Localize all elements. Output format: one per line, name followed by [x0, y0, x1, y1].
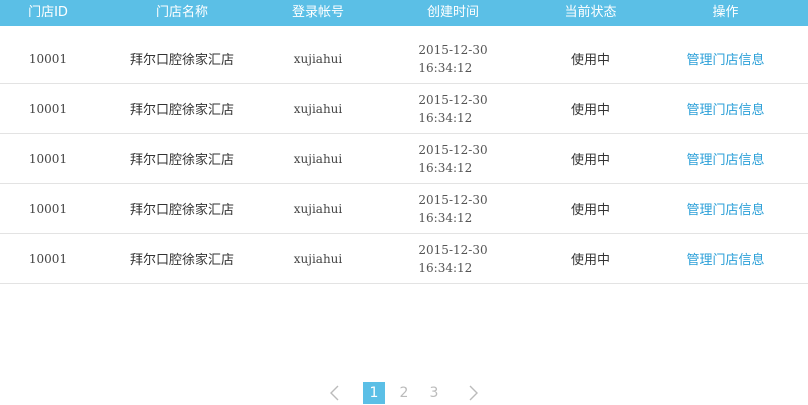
manage-store-link[interactable]: 管理门店信息	[686, 53, 764, 68]
table-row: 10001 拜尔口腔徐家汇店 xujiahui 2015-12-30 16:34:12 使…	[0, 134, 808, 184]
table-row: 10001 拜尔口腔徐家汇店 xujiahui 2015-12-30 16:34:12 使…	[0, 84, 808, 134]
manage-store-link[interactable]: 管理门店信息	[686, 203, 764, 218]
created-time-cell: 2015-12-30 16:34:12	[368, 241, 538, 277]
header-store-id: 门店ID	[28, 5, 68, 20]
store-name-cell: 拜尔口腔徐家汇店	[129, 153, 234, 168]
prev-page-button[interactable]	[323, 382, 345, 404]
created-clock: 16:34:12	[418, 210, 473, 225]
manage-store-link[interactable]: 管理门店信息	[686, 253, 764, 268]
store-name-cell: 拜尔口腔徐家汇店	[129, 53, 234, 68]
login-account-cell: xujiahui	[293, 101, 343, 116]
page-3-button[interactable]: 3	[423, 382, 445, 404]
header-actions: 操作	[712, 5, 739, 20]
action-cell: 管理门店信息	[643, 49, 808, 68]
action-cell: 管理门店信息	[643, 249, 808, 268]
manage-store-link[interactable]: 管理门店信息	[686, 153, 764, 168]
pagination: 1 2 3	[0, 381, 808, 405]
store-name-cell: 拜尔口腔徐家汇店	[129, 103, 234, 118]
header-login-account: 登录帐号	[291, 5, 344, 20]
created-date: 2015-12-30	[418, 92, 488, 107]
table-row: 10001 拜尔口腔徐家汇店 xujiahui 2015-12-30 16:34:12 使…	[0, 184, 808, 234]
store-name-cell: 拜尔口腔徐家汇店	[129, 253, 234, 268]
created-time-cell: 2015-12-30 16:34:12	[368, 91, 538, 127]
status-cell: 使用中	[570, 153, 610, 168]
status-cell: 使用中	[570, 53, 610, 68]
table-body: 10001 拜尔口腔徐家汇店 xujiahui 2015-12-30 16:34:12 使…	[0, 34, 808, 284]
login-account-cell: xujiahui	[293, 201, 343, 216]
login-account-cell: xujiahui	[293, 151, 343, 166]
action-cell: 管理门店信息	[643, 149, 808, 168]
created-time-cell: 2015-12-30 16:34:12	[368, 41, 538, 77]
created-date: 2015-12-30	[418, 142, 488, 157]
created-clock: 16:34:12	[418, 60, 473, 75]
chevron-right-icon	[469, 385, 478, 401]
created-time-cell: 2015-12-30 16:34:12	[368, 191, 538, 227]
table-row: 10001 拜尔口腔徐家汇店 xujiahui 2015-12-30 16:34:12 使…	[0, 34, 808, 84]
status-cell: 使用中	[570, 103, 610, 118]
page-1-button[interactable]: 1	[363, 382, 385, 404]
action-cell: 管理门店信息	[643, 99, 808, 118]
next-page-button[interactable]	[463, 382, 485, 404]
created-date: 2015-12-30	[418, 242, 488, 257]
table-header: 门店ID 门店名称 登录帐号 创建时间 当前状态 操作	[0, 0, 808, 26]
header-created-time: 创建时间	[426, 5, 479, 20]
created-clock: 16:34:12	[418, 260, 473, 275]
login-account-cell: xujiahui	[293, 251, 343, 266]
created-clock: 16:34:12	[418, 160, 473, 175]
store-id-cell: 10001	[28, 51, 68, 66]
header-current-status: 当前状态	[564, 5, 617, 20]
created-clock: 16:34:12	[418, 110, 473, 125]
created-date: 2015-12-30	[418, 192, 488, 207]
store-name-cell: 拜尔口腔徐家汇店	[129, 203, 234, 218]
status-cell: 使用中	[570, 253, 610, 268]
manage-store-link[interactable]: 管理门店信息	[686, 103, 764, 118]
store-id-cell: 10001	[28, 251, 68, 266]
store-id-cell: 10001	[28, 201, 68, 216]
created-date: 2015-12-30	[418, 42, 488, 57]
chevron-left-icon	[330, 385, 339, 401]
created-time-cell: 2015-12-30 16:34:12	[368, 141, 538, 177]
store-id-cell: 10001	[28, 101, 68, 116]
page-2-button[interactable]: 2	[393, 382, 415, 404]
store-id-cell: 10001	[28, 151, 68, 166]
login-account-cell: xujiahui	[293, 51, 343, 66]
header-store-name: 门店名称	[155, 5, 208, 20]
status-cell: 使用中	[570, 203, 610, 218]
table-row: 10001 拜尔口腔徐家汇店 xujiahui 2015-12-30 16:34:12 使…	[0, 234, 808, 284]
action-cell: 管理门店信息	[643, 199, 808, 218]
